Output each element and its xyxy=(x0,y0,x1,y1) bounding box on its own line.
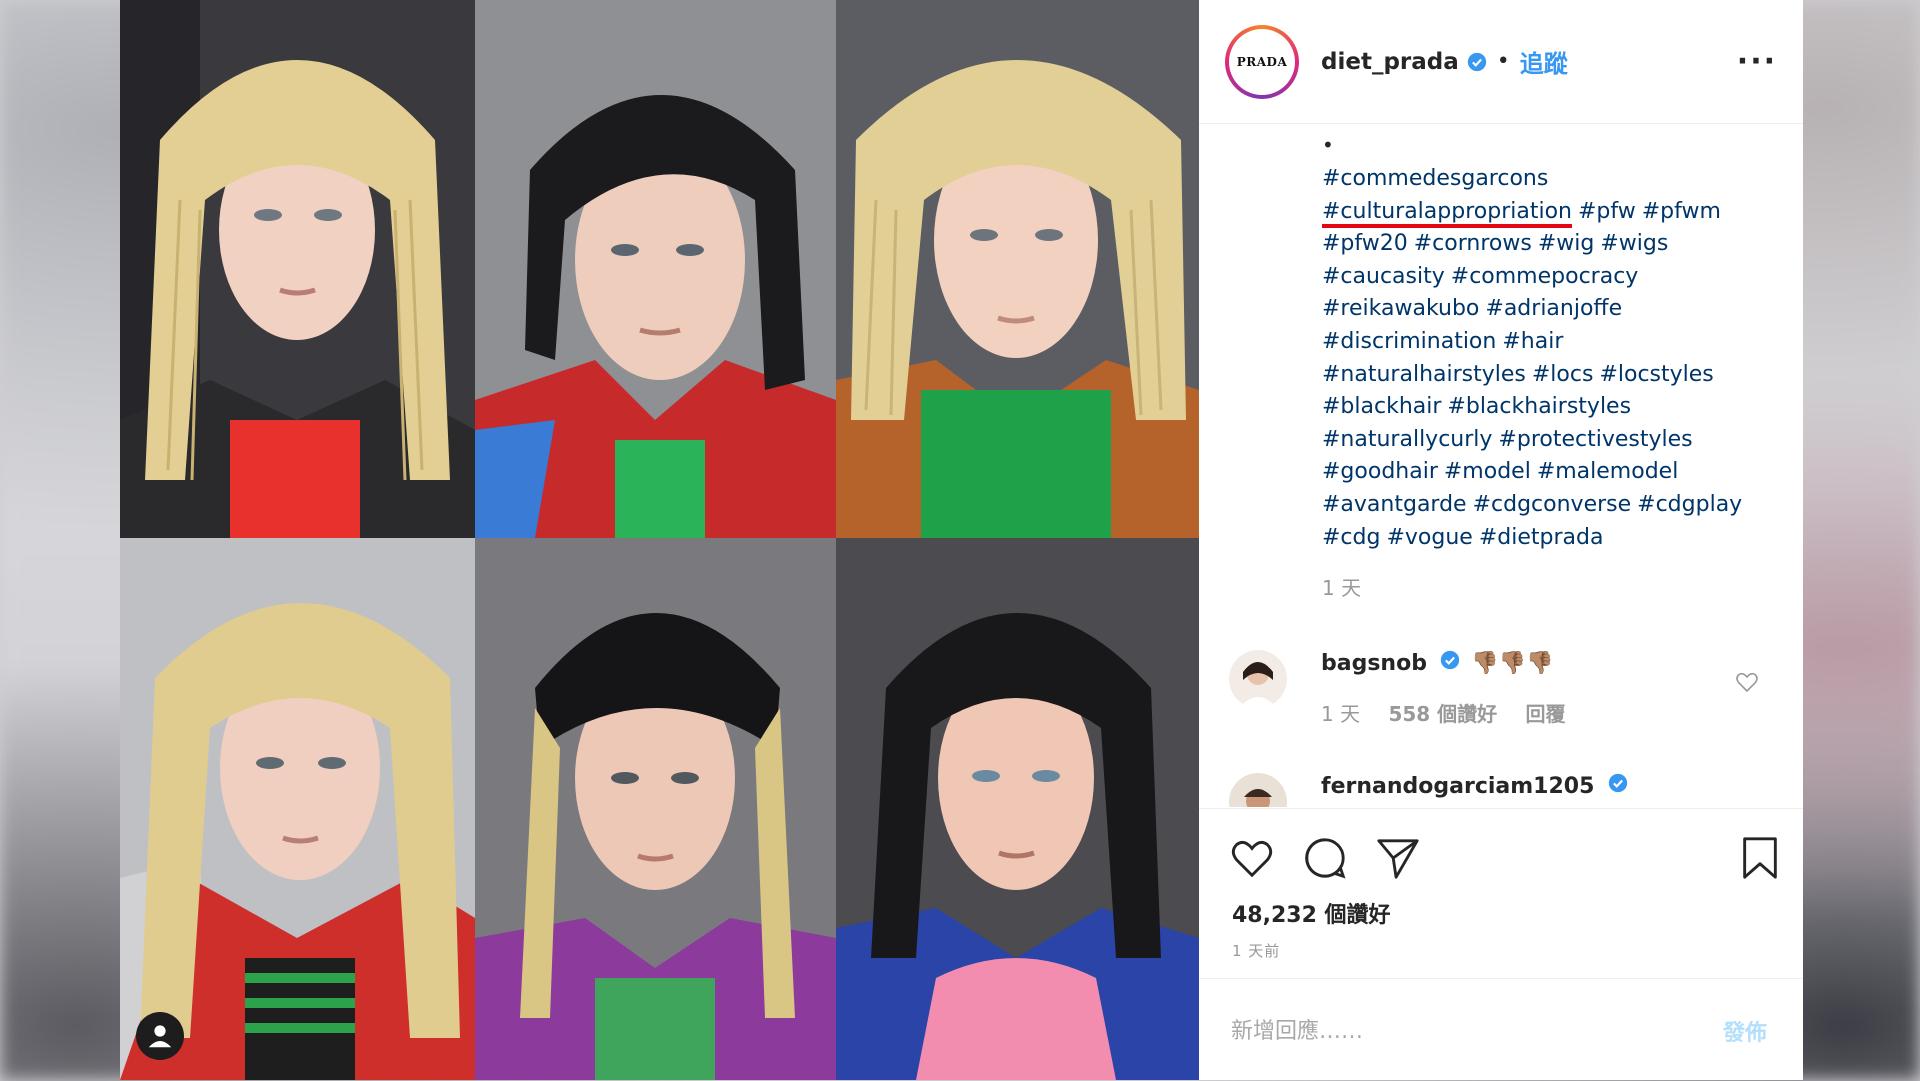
comment-heart-icon[interactable] xyxy=(1735,670,1759,694)
avatar[interactable] xyxy=(1229,773,1287,807)
hashtag-link[interactable]: #reikawakubo xyxy=(1322,296,1479,321)
comment-text: 👎🏽👎🏽👎🏽 xyxy=(1471,651,1554,676)
hashtag-link[interactable]: #cdg xyxy=(1322,525,1380,550)
hashtag-link[interactable]: #locs xyxy=(1532,362,1594,387)
hashtag-link[interactable]: #caucasity xyxy=(1322,264,1445,289)
account-avatar[interactable]: PRADA xyxy=(1225,24,1299,99)
hashtag-link[interactable]: #dietprada xyxy=(1479,525,1604,550)
verified-icon xyxy=(1467,52,1487,72)
comment-username[interactable]: bagsnob xyxy=(1321,651,1427,676)
comment-likes[interactable]: 558 個讚好 xyxy=(1388,702,1497,726)
hashtag-line: #avantgarde #cdgconverse #cdgplay xyxy=(1322,489,1782,522)
hashtag-link[interactable]: #naturalhairstyles xyxy=(1322,362,1526,387)
hashtag-link[interactable]: #commedesgarcons xyxy=(1322,166,1548,191)
comments-scroll-area[interactable]: thinks • #commedesgarcons #culturalapprop… xyxy=(1199,125,1803,807)
like-count[interactable]: 48,232 個讚好 xyxy=(1232,897,1391,929)
photo-model-blonde-braids-3 xyxy=(120,538,475,1080)
hashtag-link[interactable]: #model xyxy=(1444,459,1531,484)
hashtag-link[interactable]: #pfw xyxy=(1578,199,1636,224)
hashtag-link[interactable]: #vogue xyxy=(1386,525,1472,550)
comment-username[interactable]: fernandogarciam1205 xyxy=(1321,774,1594,799)
caption-cut-text: thinks xyxy=(1322,125,1782,129)
photo-model-dark-braids-1 xyxy=(475,0,836,538)
hashtag-link[interactable]: #blackhairstyles xyxy=(1447,394,1631,419)
comment-time: 1 天 xyxy=(1321,702,1361,726)
post-button[interactable]: 發佈 xyxy=(1723,1015,1767,1047)
comment-item: bagsnob 👎🏽👎🏽👎🏽 1 天 558 個讚好 回覆 xyxy=(1229,650,1789,727)
bookmark-icon[interactable] xyxy=(1737,835,1783,881)
hashtag-link[interactable]: #naturallycurly xyxy=(1322,427,1492,452)
hashtag-link[interactable]: #adrianjoffe xyxy=(1485,296,1622,321)
hashtag-link[interactable]: #hair xyxy=(1502,329,1563,354)
photo-model-blonde-braids-2 xyxy=(836,0,1199,538)
profile-icon[interactable] xyxy=(136,1012,184,1060)
hashtag-link[interactable]: #wigs xyxy=(1600,231,1668,256)
heart-icon[interactable] xyxy=(1229,835,1275,881)
reply-button[interactable]: 回覆 xyxy=(1526,702,1566,726)
post-panel: PRADA diet_prada • 追蹤 ··· thinks • #comm… xyxy=(1199,0,1803,1080)
hashtag-link[interactable]: #malemodel xyxy=(1537,459,1679,484)
hashtag-line: #naturalhairstyles #locs #locstyles xyxy=(1322,359,1782,392)
hashtag-link[interactable]: #blackhair xyxy=(1322,394,1441,419)
hashtag-line: #caucasity #commepocracy xyxy=(1322,261,1782,294)
hashtag-link[interactable]: #goodhair xyxy=(1322,459,1438,484)
comment-input[interactable] xyxy=(1229,1005,1673,1057)
action-bar: 48,232 個讚好 1 天前 xyxy=(1199,808,1803,979)
hashtag-link[interactable]: #cdgconverse xyxy=(1473,492,1632,517)
hashtag-link[interactable]: #avantgarde xyxy=(1322,492,1467,517)
more-icon[interactable]: ··· xyxy=(1737,44,1777,79)
verified-icon xyxy=(1440,650,1460,670)
hashtag-line: #naturallycurly #protectivestyles xyxy=(1322,424,1782,457)
separator-dot: • xyxy=(1496,49,1510,74)
caption-bullet: • xyxy=(1322,133,1334,157)
photo-model-dark-braids-2 xyxy=(475,538,836,1080)
caption: thinks • #commedesgarcons #culturalapprop… xyxy=(1322,125,1782,601)
hashtag-link[interactable]: #discrimination xyxy=(1322,329,1496,354)
account-username[interactable]: diet_prada xyxy=(1321,49,1459,75)
hashtag-line: #discrimination #hair xyxy=(1322,326,1782,359)
hashtag-link[interactable]: #cornrows xyxy=(1414,231,1532,256)
share-icon[interactable] xyxy=(1375,835,1421,881)
post-image-collage xyxy=(120,0,1199,1080)
hashtag-line: #culturalappropriation #pfw #pfwm xyxy=(1322,196,1782,229)
add-comment-bar: 發佈 xyxy=(1199,978,1803,1081)
avatar[interactable] xyxy=(1229,650,1287,708)
hashtag-link[interactable]: #wig xyxy=(1538,231,1595,256)
hashtag-list: #commedesgarcons #culturalappropriation #p… xyxy=(1322,163,1782,554)
hashtag-line: #reikawakubo #adrianjoffe xyxy=(1322,293,1782,326)
hashtag-link[interactable]: #cdgplay xyxy=(1637,492,1742,517)
hashtag-link[interactable]: #locstyles xyxy=(1599,362,1713,387)
comment-icon[interactable] xyxy=(1302,835,1348,881)
hashtag-line: #cdg #vogue #dietprada xyxy=(1322,522,1782,555)
photo-model-blonde-braids-1 xyxy=(120,0,475,538)
hashtag-link[interactable]: #pfw20 xyxy=(1322,231,1408,256)
hashtag-link[interactable]: #commepocracy xyxy=(1451,264,1639,289)
hashtag-line: #pfw20 #cornrows #wig #wigs xyxy=(1322,228,1782,261)
hashtag-link[interactable]: #culturalappropriation xyxy=(1322,198,1572,228)
follow-button[interactable]: 追蹤 xyxy=(1520,44,1568,79)
verified-icon xyxy=(1608,773,1628,793)
posted-time: 1 天前 xyxy=(1232,942,1281,960)
photo-model-dark-braids-3 xyxy=(836,538,1199,1080)
hashtag-line: #goodhair #model #malemodel xyxy=(1322,456,1782,489)
hashtag-link[interactable]: #pfwm xyxy=(1642,199,1721,224)
comment-item: fernandogarciam1205 xyxy=(1229,773,1789,807)
post-header: PRADA diet_prada • 追蹤 ··· xyxy=(1199,0,1803,124)
hashtag-line: #blackhair #blackhairstyles xyxy=(1322,391,1782,424)
caption-time: 1 天 xyxy=(1322,576,1362,601)
hashtag-line: #commedesgarcons xyxy=(1322,163,1782,196)
hashtag-link[interactable]: #protectivestyles xyxy=(1498,427,1692,452)
logo-text: PRADA xyxy=(1236,54,1288,69)
